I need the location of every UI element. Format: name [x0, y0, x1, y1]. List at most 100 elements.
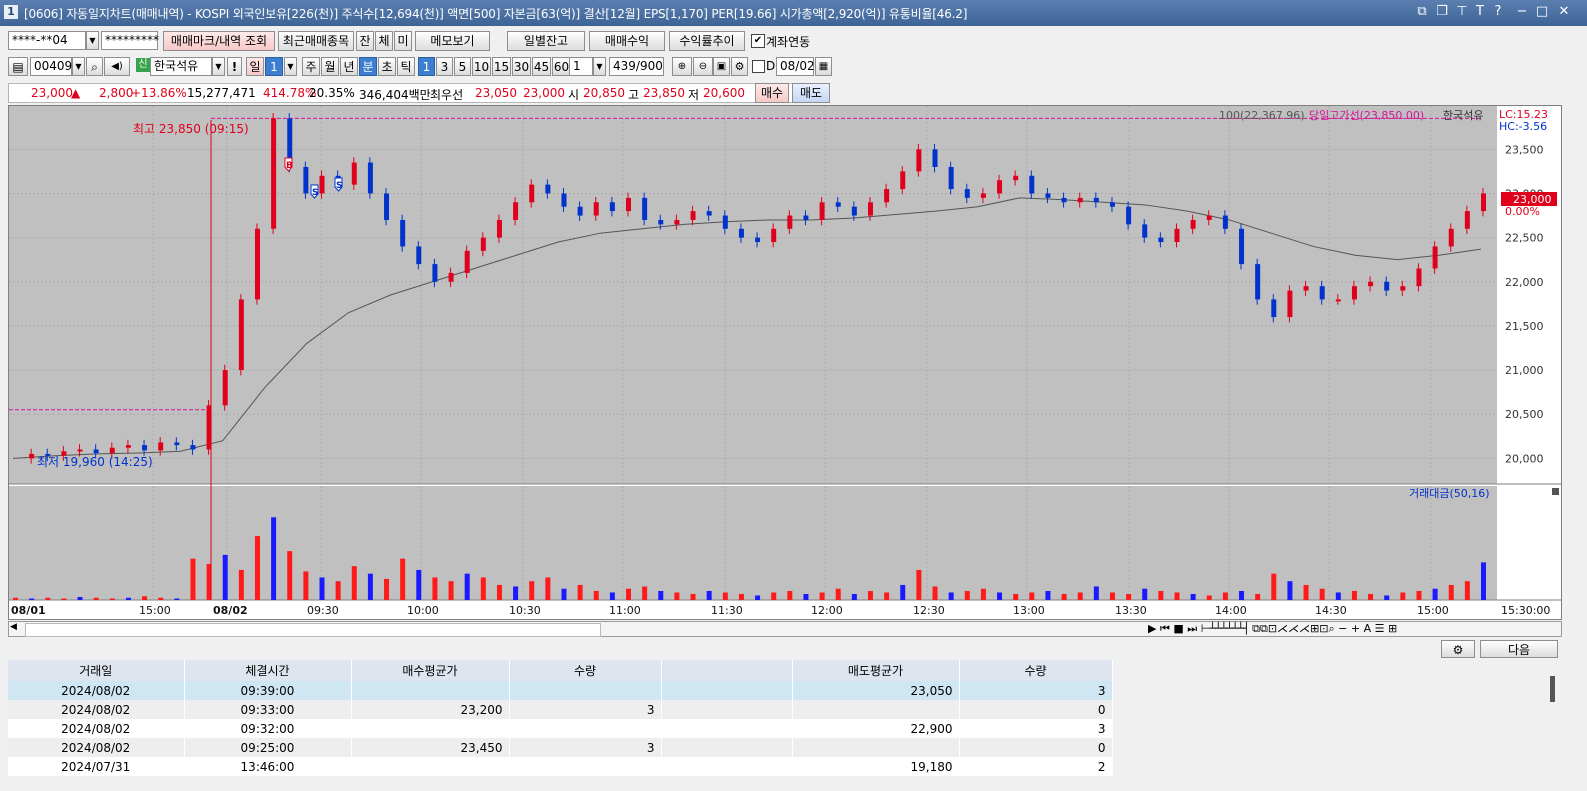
zoom-out-icon[interactable]: −	[1338, 622, 1347, 635]
volume-bar	[1190, 593, 1196, 600]
account-input[interactable]: ****-**04	[8, 31, 86, 50]
executed-button[interactable]: 체	[375, 31, 393, 51]
interval-dropdown-icon[interactable]: ▼	[593, 57, 606, 76]
table-row[interactable]: 2024/08/02 09:39:00 23,050 3	[8, 681, 1113, 700]
period-button[interactable]: 주	[302, 57, 320, 76]
time-axis-label: 09:30	[307, 604, 339, 617]
play-icon[interactable]: ▶	[1148, 622, 1156, 635]
text-tool-icon[interactable]: A	[1364, 622, 1372, 635]
app-icon[interactable]: 1	[4, 5, 18, 19]
gear-icon[interactable]: ⚙	[1441, 640, 1475, 658]
price-chart[interactable]: 23,50023,00022,50022,00021,50021,00020,5…	[9, 106, 1561, 619]
table-row[interactable]: 2024/08/02 09:25:00 23,450 3 0	[8, 738, 1113, 757]
table-cell: 2024/08/02	[8, 719, 185, 738]
recent-items-button[interactable]: 최근매매종목	[278, 31, 354, 51]
account-link-checkbox[interactable]: ✔	[751, 34, 765, 48]
sound-icon[interactable]: ◀)	[104, 57, 130, 76]
day-count-field[interactable]: 1	[265, 57, 283, 76]
trade-mark-query-button[interactable]: 매매마크/내역 조회	[163, 31, 275, 51]
close-icon[interactable]: ✕	[1556, 4, 1572, 20]
list-icon[interactable]: ☰	[1375, 622, 1385, 635]
volume-bar	[1481, 562, 1486, 600]
pin-icon[interactable]: ⊤	[1454, 4, 1470, 20]
scroll-thumb[interactable]	[25, 623, 601, 637]
period-button[interactable]: 틱	[397, 57, 415, 76]
forward-icon[interactable]: ⏭	[1187, 622, 1197, 635]
custom-interval-input[interactable]: 1	[569, 57, 593, 76]
interval-button[interactable]: 3	[436, 57, 453, 76]
chart-menu-icon[interactable]: ▤	[8, 57, 28, 76]
column-header[interactable]: 매수평균가	[351, 660, 510, 681]
day-dropdown-icon[interactable]: ▼	[284, 57, 297, 76]
minimize-icon[interactable]: −	[1514, 4, 1530, 20]
table-cell: 09:25:00	[184, 738, 352, 757]
link-icon[interactable]: ⧉	[1414, 4, 1430, 20]
volume-bar	[93, 597, 99, 600]
stop-icon[interactable]: ■	[1173, 622, 1183, 635]
tool-icons[interactable]: ⧉⧉⊡⋌⋌⋌⊞⊡⌕	[1252, 622, 1335, 635]
stock-name-field[interactable]: 한국석유	[150, 57, 212, 76]
scroll-left-icon[interactable]: ◀	[10, 622, 17, 632]
buy-button[interactable]: 매수	[755, 83, 789, 103]
stock-code-input[interactable]: 004090	[30, 57, 80, 76]
column-header[interactable]: 수량	[509, 660, 662, 681]
table-cell: 23,200	[351, 700, 510, 719]
date-input[interactable]: 08/02	[776, 57, 815, 76]
save-icon[interactable]: ▣	[713, 57, 730, 76]
unfilled-button[interactable]: 미	[394, 31, 412, 51]
help-icon[interactable]: ?	[1490, 4, 1506, 20]
table-row[interactable]: 2024/08/02 09:33:00 23,200 3 0	[8, 700, 1113, 719]
table-row[interactable]: 2024/07/31 13:46:00 19,180 2	[8, 757, 1113, 776]
bar-count-field[interactable]: 439/900	[609, 57, 664, 76]
interval-button[interactable]: 10	[472, 57, 491, 76]
column-header[interactable]: 수량	[959, 660, 1113, 681]
table-scroll-thumb[interactable]	[1550, 676, 1555, 702]
period-button[interactable]: 월	[321, 57, 339, 76]
interval-button[interactable]: 45	[532, 57, 551, 76]
table-row[interactable]: 2024/08/02 09:32:00 22,900 3	[8, 719, 1113, 738]
interval-button[interactable]: 15	[492, 57, 511, 76]
sell-button[interactable]: 매도	[792, 83, 830, 103]
column-header[interactable]: 거래일	[8, 660, 185, 681]
column-header[interactable]	[661, 660, 793, 681]
account-dropdown-icon[interactable]: ▼	[86, 31, 99, 50]
settings-icon[interactable]: ⚙	[731, 57, 748, 76]
code-dropdown-icon[interactable]: ▼	[72, 57, 85, 76]
next-button[interactable]: 다음	[1480, 640, 1558, 658]
interval-button[interactable]: 5	[454, 57, 471, 76]
password-input[interactable]: *********	[101, 31, 159, 50]
period-button[interactable]: 년	[340, 57, 358, 76]
interval-button[interactable]: 30	[512, 57, 531, 76]
rewind-icon[interactable]: ⏮	[1160, 622, 1170, 635]
grid-icon[interactable]: ⊞	[1388, 622, 1397, 635]
daily-balance-button[interactable]: 일별잔고	[507, 31, 585, 51]
trade-profit-button[interactable]: 매매수익	[589, 31, 665, 51]
period-button[interactable]: 초	[378, 57, 396, 76]
chart-panel[interactable]: 23,50023,00022,50022,00021,50021,00020,5…	[8, 105, 1562, 620]
candle	[690, 211, 696, 220]
calendar-icon[interactable]: ▦	[815, 57, 832, 76]
alert-icon[interactable]: !	[227, 57, 242, 76]
zoom-out-icon[interactable]: ⊖	[693, 57, 713, 76]
balance-button[interactable]: 잔	[356, 31, 374, 51]
speed-slider[interactable]: ⊢┴┴┴┴┴┴┤	[1201, 622, 1250, 635]
price-axis-label: 22,500	[1505, 232, 1544, 245]
candle	[77, 449, 83, 452]
title-bar: 1 [0606] 자동일지차트(매매내역) - KOSPI 외국인보유[226(…	[0, 0, 1587, 26]
zoom-in-icon[interactable]: +	[1351, 622, 1360, 635]
memo-button[interactable]: 메모보기	[415, 31, 490, 51]
interval-button[interactable]: 1	[418, 57, 435, 76]
period-button[interactable]: 분	[359, 57, 377, 76]
volume-bar	[1126, 593, 1132, 600]
search-icon[interactable]: ⌕	[86, 57, 103, 76]
column-header[interactable]: 매도평균가	[792, 660, 960, 681]
pin-alt-icon[interactable]: T	[1472, 4, 1488, 20]
d-checkbox[interactable]	[752, 60, 765, 73]
copy-icon[interactable]: ❐	[1434, 4, 1450, 20]
name-dropdown-icon[interactable]: ▼	[212, 57, 225, 76]
column-header[interactable]: 체결시간	[184, 660, 352, 681]
return-trend-button[interactable]: 수익률추이	[669, 31, 745, 51]
period-day-button[interactable]: 일	[246, 57, 264, 76]
zoom-in-icon[interactable]: ⊕	[672, 57, 692, 76]
maximize-icon[interactable]: □	[1534, 4, 1550, 20]
